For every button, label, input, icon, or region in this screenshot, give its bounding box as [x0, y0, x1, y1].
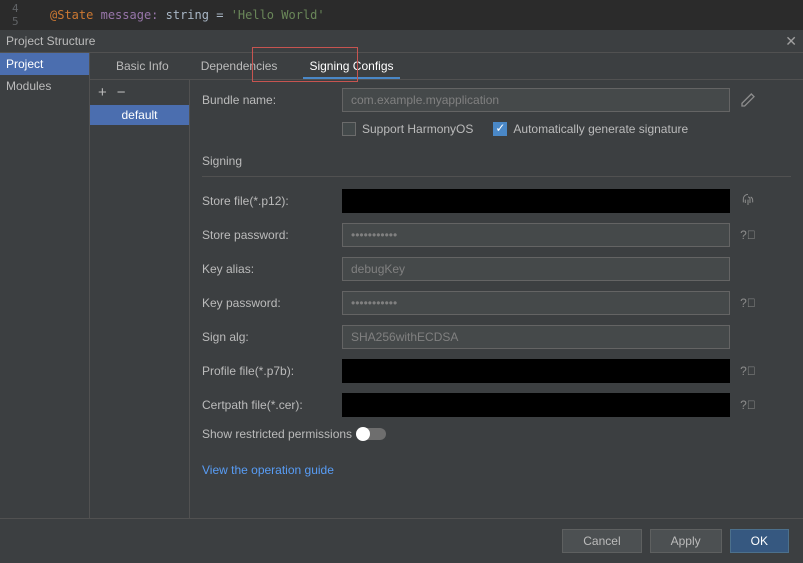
nav-modules[interactable]: Modules: [0, 75, 89, 97]
certpath-file-label: Certpath file(*.cer):: [202, 398, 342, 412]
bundle-name-label: Bundle name:: [202, 93, 342, 107]
code-string: 'Hello World': [231, 8, 325, 22]
cancel-button[interactable]: Cancel: [562, 529, 641, 553]
store-file-label: Store file(*.p12):: [202, 194, 342, 208]
store-file-input[interactable]: [342, 189, 730, 213]
sign-alg-label: Sign alg:: [202, 330, 342, 344]
code-keyword: @State: [50, 8, 93, 22]
remove-icon[interactable]: −: [117, 84, 126, 101]
profile-file-label: Profile file(*.p7b):: [202, 364, 342, 378]
sign-alg-input[interactable]: SHA256withECDSA: [342, 325, 730, 349]
close-icon[interactable]: ✕: [785, 33, 797, 50]
profile-file-input[interactable]: [342, 359, 730, 383]
help-icon[interactable]: ?⃝: [738, 228, 758, 242]
auto-generate-signature-checkbox[interactable]: Automatically generate signature: [493, 122, 688, 136]
tabs-bar: Basic Info Dependencies Signing Configs: [90, 53, 803, 80]
support-harmonyos-label: Support HarmonyOS: [362, 122, 473, 136]
tab-signing-configs[interactable]: Signing Configs: [293, 53, 409, 79]
show-restricted-toggle[interactable]: [358, 428, 386, 440]
tab-basic-info[interactable]: Basic Info: [100, 53, 185, 79]
edit-icon[interactable]: [738, 92, 758, 108]
certpath-file-input[interactable]: [342, 393, 730, 417]
support-harmonyos-checkbox[interactable]: Support HarmonyOS: [342, 122, 473, 136]
key-password-input[interactable]: •••••••••••: [342, 291, 730, 315]
code-name: message:: [101, 8, 159, 22]
bundle-name-input[interactable]: com.example.myapplication: [342, 88, 730, 112]
dialog-title: Project Structure: [6, 34, 95, 48]
nav-project[interactable]: Project: [0, 53, 89, 75]
auto-generate-label: Automatically generate signature: [513, 122, 688, 136]
fingerprint-icon[interactable]: [738, 193, 758, 209]
checkbox-icon: [493, 122, 507, 136]
view-guide-link[interactable]: View the operation guide: [202, 463, 334, 477]
add-icon[interactable]: +: [98, 84, 107, 101]
code-type: string: [166, 8, 209, 22]
help-icon[interactable]: ?⃝: [738, 296, 758, 310]
project-structure-dialog: Project Structure ✕ Project Modules Basi…: [0, 30, 803, 563]
code-eq: =: [216, 8, 223, 22]
checkbox-icon: [342, 122, 356, 136]
apply-button[interactable]: Apply: [650, 529, 722, 553]
key-alias-label: Key alias:: [202, 262, 342, 276]
divider: [202, 176, 791, 177]
code-editor-preview: 45 @State message: string = 'Hello World…: [0, 0, 803, 30]
show-restricted-label: Show restricted permissions: [202, 427, 352, 441]
signing-configs-list: + − default: [90, 80, 190, 518]
gutter-line: 45: [0, 0, 40, 30]
dialog-footer: Cancel Apply OK: [0, 518, 803, 563]
signing-section-title: Signing: [202, 154, 791, 168]
key-password-label: Key password:: [202, 296, 342, 310]
store-password-input[interactable]: •••••••••••: [342, 223, 730, 247]
help-icon[interactable]: ?⃝: [738, 398, 758, 412]
config-item-default[interactable]: default: [90, 105, 189, 125]
store-password-label: Store password:: [202, 228, 342, 242]
ok-button[interactable]: OK: [730, 529, 789, 553]
key-alias-input[interactable]: debugKey: [342, 257, 730, 281]
signing-form: Bundle name: com.example.myapplication S…: [190, 80, 803, 518]
left-nav: Project Modules: [0, 53, 90, 518]
tab-dependencies[interactable]: Dependencies: [185, 53, 294, 79]
help-icon[interactable]: ?⃝: [738, 364, 758, 378]
